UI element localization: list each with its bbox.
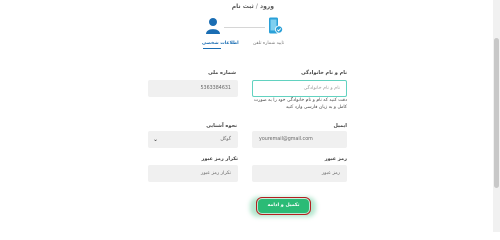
phone-check-icon — [269, 17, 283, 34]
submit-button[interactable]: تکمیل و ادامه — [258, 199, 309, 213]
active-step-underline — [203, 48, 221, 49]
page-scrollbar[interactable] — [493, 0, 500, 232]
full-name-hint: دقت کنید که نام و نام خانوادگی خود را به… — [253, 98, 347, 110]
password-repeat-input[interactable]: تکرار رمز عبور — [148, 165, 238, 182]
user-icon — [206, 18, 220, 34]
password-input[interactable]: رمز عبور — [252, 165, 347, 182]
step-connector — [224, 27, 265, 28]
password-repeat-label: تکرار رمز عبور — [201, 156, 238, 162]
scrollbar-thumb[interactable] — [494, 38, 499, 188]
breadcrumb-separator: / — [255, 3, 258, 10]
breadcrumb: ورود/ثبت نام — [214, 3, 274, 10]
national-code-label: شماره ملی — [208, 70, 236, 76]
email-input[interactable]: youremail@gmail.com — [252, 131, 347, 148]
referral-label: نحوه آشنایی — [206, 123, 237, 129]
password-label: رمز عبور — [324, 156, 347, 162]
full-name-label: نام و نام خانوادگی — [301, 70, 347, 76]
email-label: ایمیل — [333, 123, 347, 129]
chevron-down-icon: ⌄ — [153, 136, 159, 143]
national-code-input[interactable]: 5363384631 — [148, 80, 238, 97]
breadcrumb-home-link[interactable]: ورود — [260, 3, 274, 10]
breadcrumb-current: ثبت نام — [231, 3, 254, 10]
full-name-input[interactable]: نام و نام خانوادگی — [252, 80, 347, 97]
step-label-phone: تایید شماره تلفن — [253, 41, 285, 46]
step-label-personal: اطلاعات شخصی — [202, 41, 239, 46]
referral-select[interactable]: گوگل ⌄ — [148, 131, 238, 148]
submit-button-focus-ring: تکمیل و ادامه — [256, 197, 311, 215]
registration-stepper: تایید شماره تلفن اطلاعات شخصی — [0, 14, 500, 54]
referral-select-value: گوگل — [220, 137, 231, 142]
